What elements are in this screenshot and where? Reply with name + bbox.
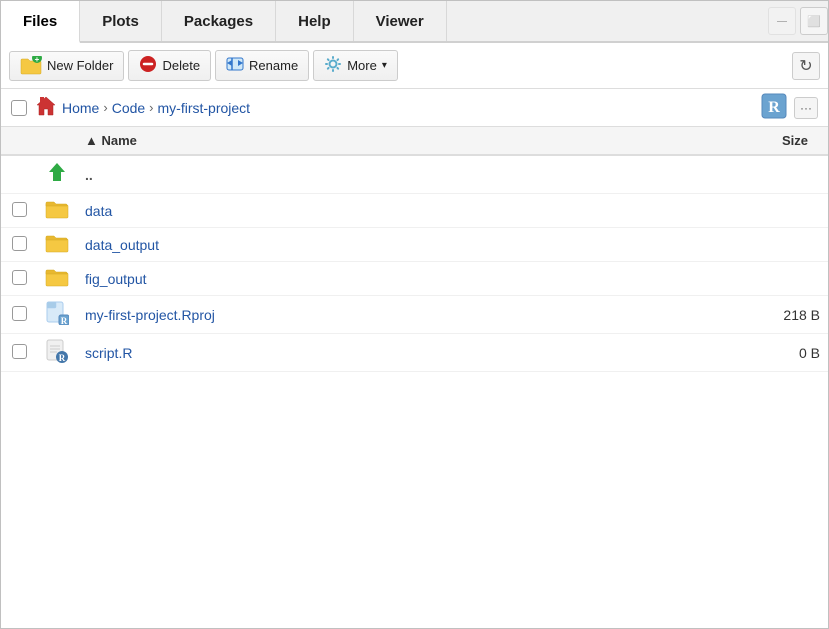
up-arrow-icon	[46, 161, 68, 185]
delete-label: Delete	[162, 58, 200, 73]
file-size	[625, 155, 828, 194]
table-row[interactable]: data	[1, 194, 828, 228]
tab-help[interactable]: Help	[276, 1, 354, 41]
col-icon	[37, 127, 77, 155]
rename-button[interactable]: Rename	[215, 50, 309, 81]
file-size	[625, 228, 828, 262]
col-name-header[interactable]: ▲ Name	[77, 127, 625, 155]
table-row[interactable]: data_output	[1, 228, 828, 262]
table-row[interactable]: fig_output	[1, 262, 828, 296]
file-name[interactable]: my-first-project.Rproj	[77, 296, 625, 334]
tab-bar: Files Plots Packages Help Viewer — ⬜	[1, 1, 828, 43]
file-table: ▲ Name Size .. data data_output fig_outp…	[1, 127, 828, 372]
rproj-icon[interactable]: R	[760, 92, 788, 123]
window-controls: — ⬜	[768, 1, 828, 41]
file-name[interactable]: ..	[77, 155, 625, 194]
file-name[interactable]: script.R	[77, 334, 625, 372]
tab-packages[interactable]: Packages	[162, 1, 276, 41]
file-size: 218 B	[625, 296, 828, 334]
breadcrumb-more-button[interactable]: ···	[794, 97, 818, 119]
breadcrumb-bar: Home › Code › my-first-project R ···	[1, 89, 828, 127]
svg-text:+: +	[35, 56, 40, 64]
file-size	[625, 262, 828, 296]
file-size	[625, 194, 828, 228]
rename-icon	[226, 55, 244, 76]
more-dropdown-icon: ▾	[382, 60, 387, 71]
rename-label: Rename	[249, 58, 298, 73]
folder-icon	[45, 233, 69, 253]
gear-icon	[324, 55, 342, 76]
file-checkbox[interactable]	[12, 236, 27, 251]
tab-plots[interactable]: Plots	[80, 1, 162, 41]
refresh-button[interactable]: ↻	[792, 52, 820, 80]
file-name[interactable]: fig_output	[77, 262, 625, 296]
table-row[interactable]: R script.R0 B	[1, 334, 828, 372]
file-checkbox[interactable]	[12, 306, 27, 321]
new-folder-button[interactable]: + New Folder	[9, 51, 124, 81]
file-type-icon	[37, 194, 77, 228]
toolbar-right-area: ↻	[792, 52, 820, 80]
more-label: More	[347, 58, 377, 73]
file-name[interactable]: data	[77, 194, 625, 228]
file-name[interactable]: data_output	[77, 228, 625, 262]
col-size-header: Size	[625, 127, 828, 155]
breadcrumb-sep-2: ›	[149, 100, 153, 115]
file-type-icon	[37, 155, 77, 194]
breadcrumb-current: my-first-project	[158, 100, 251, 116]
file-checkbox[interactable]	[12, 344, 27, 359]
tab-viewer[interactable]: Viewer	[354, 1, 447, 41]
folder-icon: +	[20, 56, 42, 76]
file-type-icon	[37, 262, 77, 296]
file-table-container: ▲ Name Size .. data data_output fig_outp…	[1, 127, 828, 372]
col-check	[1, 127, 37, 155]
svg-text:R: R	[768, 99, 780, 116]
table-header-row: ▲ Name Size	[1, 127, 828, 155]
breadcrumb-home[interactable]: Home	[62, 100, 99, 116]
svg-text:R: R	[59, 353, 66, 363]
file-type-icon	[37, 228, 77, 262]
new-folder-icon: +	[20, 56, 42, 76]
folder-icon	[45, 199, 69, 219]
delete-icon	[139, 55, 157, 76]
more-button[interactable]: More ▾	[313, 50, 398, 81]
file-size: 0 B	[625, 334, 828, 372]
file-checkbox[interactable]	[12, 270, 27, 285]
rproj-file-icon: R	[45, 301, 69, 325]
breadcrumb-code[interactable]: Code	[112, 100, 145, 116]
table-row[interactable]: R my-first-project.Rproj218 B	[1, 296, 828, 334]
maximize-button[interactable]: ⬜	[800, 7, 828, 35]
file-type-icon: R	[37, 334, 77, 372]
minimize-button[interactable]: —	[768, 7, 796, 35]
delete-button[interactable]: Delete	[128, 50, 211, 81]
file-checkbox[interactable]	[12, 202, 27, 217]
toolbar: + New Folder Delete Rename	[1, 43, 828, 89]
breadcrumb-sep-1: ›	[103, 100, 107, 115]
r-file-icon: R	[45, 339, 69, 363]
new-folder-label: New Folder	[47, 58, 113, 73]
select-all-checkbox[interactable]	[11, 100, 27, 116]
svg-text:R: R	[61, 316, 68, 325]
folder-icon	[45, 267, 69, 287]
file-type-icon: R	[37, 296, 77, 334]
table-row[interactable]: ..	[1, 155, 828, 194]
tab-files[interactable]: Files	[1, 1, 80, 43]
home-icon[interactable]	[35, 95, 57, 120]
